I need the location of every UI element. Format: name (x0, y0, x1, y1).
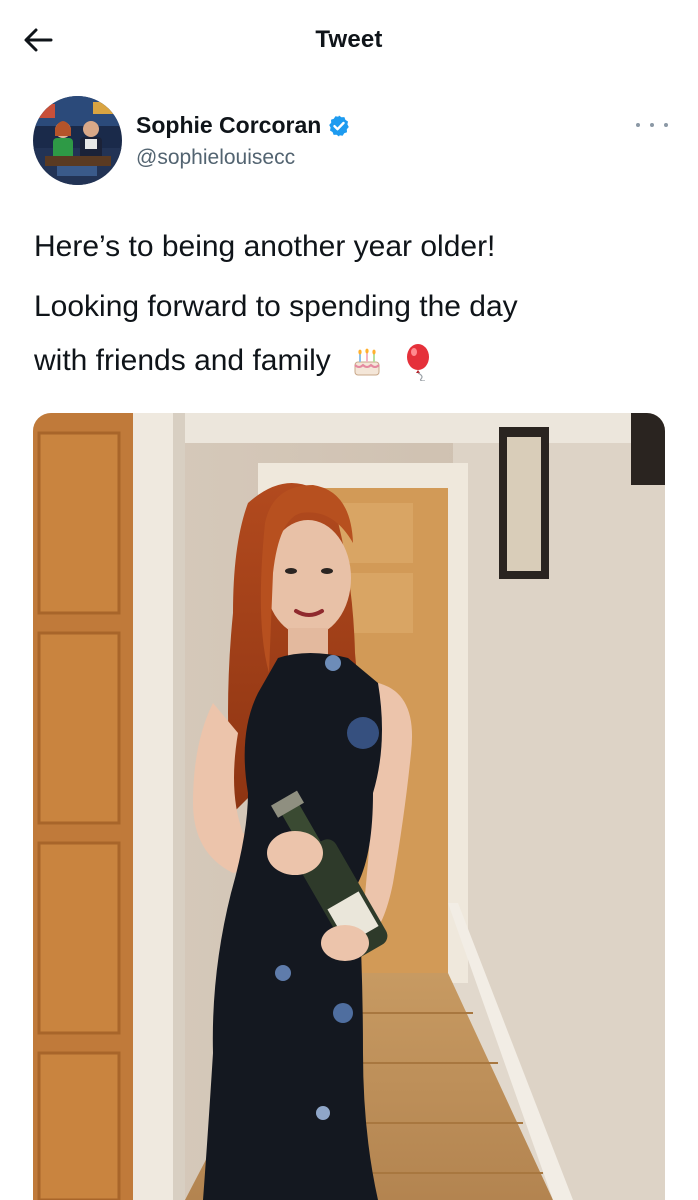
birthday-cake-icon (354, 348, 380, 376)
more-dots-icon (664, 123, 668, 127)
balloon-icon (407, 344, 430, 382)
avatar[interactable] (33, 96, 122, 185)
author-handle[interactable]: @sophielouisecc (136, 146, 295, 170)
top-bar: Tweet (0, 0, 698, 82)
more-dots-icon (650, 123, 654, 127)
tweet-photo[interactable] (33, 413, 665, 1200)
tweet-text: Here’s to being another year older! Look… (34, 224, 664, 388)
verified-badge-icon (329, 115, 350, 136)
author-name[interactable]: Sophie Corcoran (136, 112, 321, 139)
more-options-button[interactable] (636, 118, 668, 132)
tweet-line-2a: Looking forward to spending the day (34, 290, 518, 323)
tweet-line-2: Looking forward to spending the day with… (34, 280, 664, 388)
page-title: Tweet (315, 26, 383, 53)
tweet-line-2b: with friends and family (34, 344, 331, 377)
author-row[interactable]: Sophie Corcoran (136, 112, 351, 139)
tweet-line-1: Here’s to being another year older! (34, 230, 496, 263)
more-dots-icon (636, 123, 640, 127)
